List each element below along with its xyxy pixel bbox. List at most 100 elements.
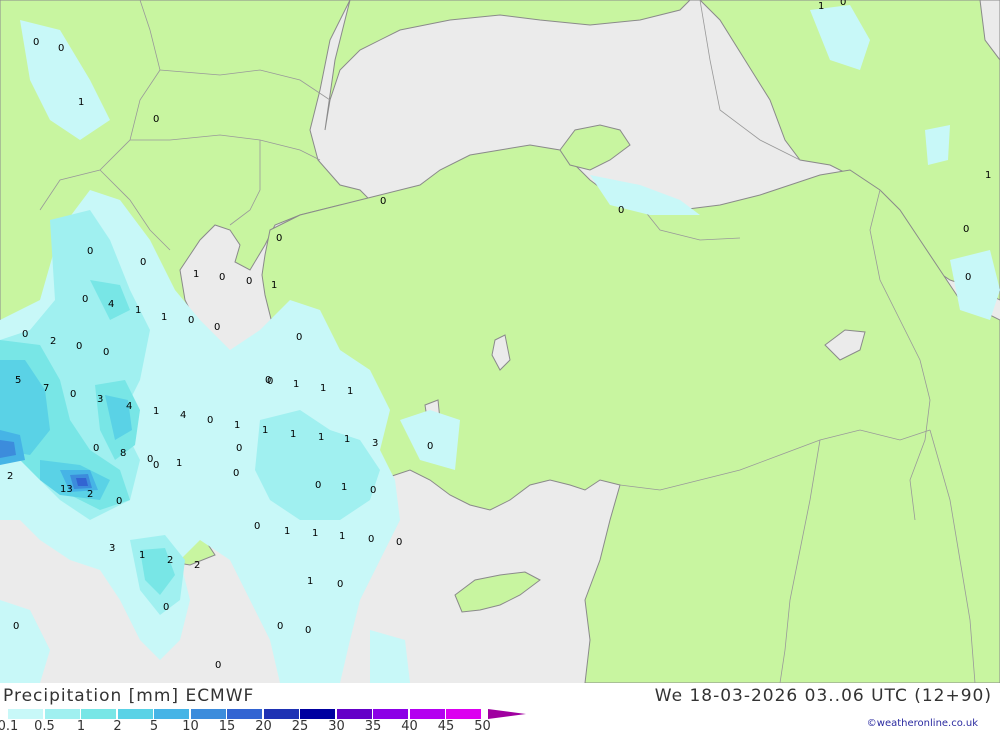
legend-value-label: 35: [364, 719, 382, 734]
legend-swatch: [117, 709, 154, 719]
precip-value-label: 4: [180, 410, 186, 421]
precip-value-label: 2: [7, 471, 13, 482]
precip-value-label: 0: [13, 621, 19, 632]
precip-value-label: 3: [109, 543, 115, 554]
precip-value-label: 4: [126, 401, 132, 412]
precip-value-label: 1: [161, 312, 167, 323]
precip-value-label: 1: [153, 406, 159, 417]
precip-value-label: 2: [87, 489, 93, 500]
precip-value-label: 1: [344, 434, 350, 445]
precip-value-label: 0: [103, 347, 109, 358]
precip-value-label: 1: [193, 269, 199, 280]
precip-value-label: 1: [176, 458, 182, 469]
precip-value-label: 2: [194, 560, 200, 571]
precip-value-label: 0: [315, 480, 321, 491]
precip-value-label: 0: [337, 579, 343, 590]
precip-value-label: 0: [277, 621, 283, 632]
precip-value-label: 0: [618, 205, 624, 216]
legend-swatch: [44, 709, 81, 719]
precip-value-label: 0: [188, 315, 194, 326]
legend-swatch: [81, 709, 117, 719]
precip-value-label: 0: [153, 460, 159, 471]
legend-swatch: [300, 709, 336, 719]
precip-value-label: 0: [305, 625, 311, 636]
precip-value-label: 7: [43, 383, 49, 394]
precip-value-label: 2: [167, 555, 173, 566]
legend-value-label: 0.1: [0, 719, 19, 734]
precip-value-label: 0: [267, 376, 273, 387]
legend-value-label: 30: [328, 719, 345, 734]
precip-value-label: 0: [396, 537, 402, 548]
precip-value-label: 0: [840, 0, 846, 8]
legend-swatch: [263, 709, 300, 719]
legend-value-labels: 0.1 0.5 1 2 5 10 15 20 25 30 35 40 45 50: [0, 719, 528, 734]
precip-value-label: 0: [276, 233, 282, 244]
legend-value-label: 25: [291, 719, 309, 734]
legend-value-label: 10: [182, 719, 199, 734]
precip-value-label: 2: [50, 336, 56, 347]
precip-value-label: 0: [427, 441, 433, 452]
precip-value-label: 3: [372, 438, 378, 449]
precip-value-label: 4: [108, 299, 114, 310]
precip-value-label: 0: [370, 485, 376, 496]
precip-value-label: 8: [120, 448, 126, 459]
legend-swatch: [154, 709, 190, 719]
precip-value-label: 1: [262, 425, 268, 436]
precip-value-label: 0: [236, 443, 242, 454]
precip-value-label: 0: [116, 496, 122, 507]
precip-value-label: 0: [58, 43, 64, 54]
precip-value-label: 1: [78, 97, 84, 108]
precip-value-label: 0: [82, 294, 88, 305]
precip-value-label: 0: [163, 602, 169, 613]
legend-value-label: 45: [437, 719, 455, 734]
precip-value-label: 1: [341, 482, 347, 493]
precip-value-label: 0: [153, 114, 159, 125]
legend-value-label: 40: [401, 719, 418, 734]
precip-value-label: 0: [93, 443, 99, 454]
precipitation-map: 0 0 1 0 0 1 0 0 0 1 0 0 0 4 1 1 0 0 0 0 2 0 0 5 7 0 3 4 1 4 0 1 1 1 1 1 8 0 1 0…: [0, 0, 1000, 683]
legend-title: Precipitation [mm] ECMWF: [3, 686, 255, 706]
precip-value-label: 0: [76, 341, 82, 352]
precip-value-label: 0: [207, 415, 213, 426]
credit-link[interactable]: ©weatheronline.co.uk: [867, 718, 978, 729]
precip-value-label: 1: [818, 1, 824, 12]
precip-value-label: 0: [246, 276, 252, 287]
precip-value-label: 13: [60, 484, 73, 495]
precip-value-label: 1: [318, 432, 324, 443]
precip-value-label: 0: [33, 37, 39, 48]
precip-value-label: 0: [965, 272, 971, 283]
legend-arrow: [488, 709, 526, 719]
precip-value-label: 3: [97, 394, 103, 405]
forecast-date: We 18-03-2026 03..06 UTC (12+90): [654, 686, 992, 706]
legend-swatch: [8, 709, 44, 719]
legend-value-label: 2: [113, 719, 122, 734]
legend-value-label: 1: [76, 719, 86, 734]
precip-value-label: 0: [296, 332, 302, 343]
precip-value-label: 0: [219, 272, 225, 283]
legend-swatch: [446, 709, 482, 719]
precip-value-label: 1: [135, 305, 141, 316]
legend-value-label: 15: [218, 719, 236, 734]
precip-value-label: 0: [87, 246, 93, 257]
precip-value-label: 0: [254, 521, 260, 532]
legend-swatch: [190, 709, 227, 719]
precip-value-label: 1: [293, 379, 299, 390]
precip-value-label: 1: [312, 528, 318, 539]
precip-value-label: 5: [15, 375, 21, 386]
legend-swatch: [336, 709, 373, 719]
legend-swatch: [409, 709, 446, 719]
precip-value-label: 0: [963, 224, 969, 235]
precip-value-label: 1: [320, 383, 326, 394]
precip-value-label: 1: [347, 386, 353, 397]
precip-value-label: 1: [234, 420, 240, 431]
precip-value-label: 1: [985, 170, 991, 181]
precip-value-label: 0: [368, 534, 374, 545]
legend-value-label: 50: [474, 719, 491, 734]
precip-value-label: 1: [271, 280, 277, 291]
precip-value-label: 0: [380, 196, 386, 207]
precip-value-label: 1: [339, 531, 345, 542]
legend-swatch: [227, 709, 263, 719]
legend-value-label: 5: [149, 719, 159, 734]
precip-value-label: 0: [215, 660, 221, 671]
footer: Precipitation [mm] ECMWF We 18-03-2026 0…: [0, 683, 1000, 734]
